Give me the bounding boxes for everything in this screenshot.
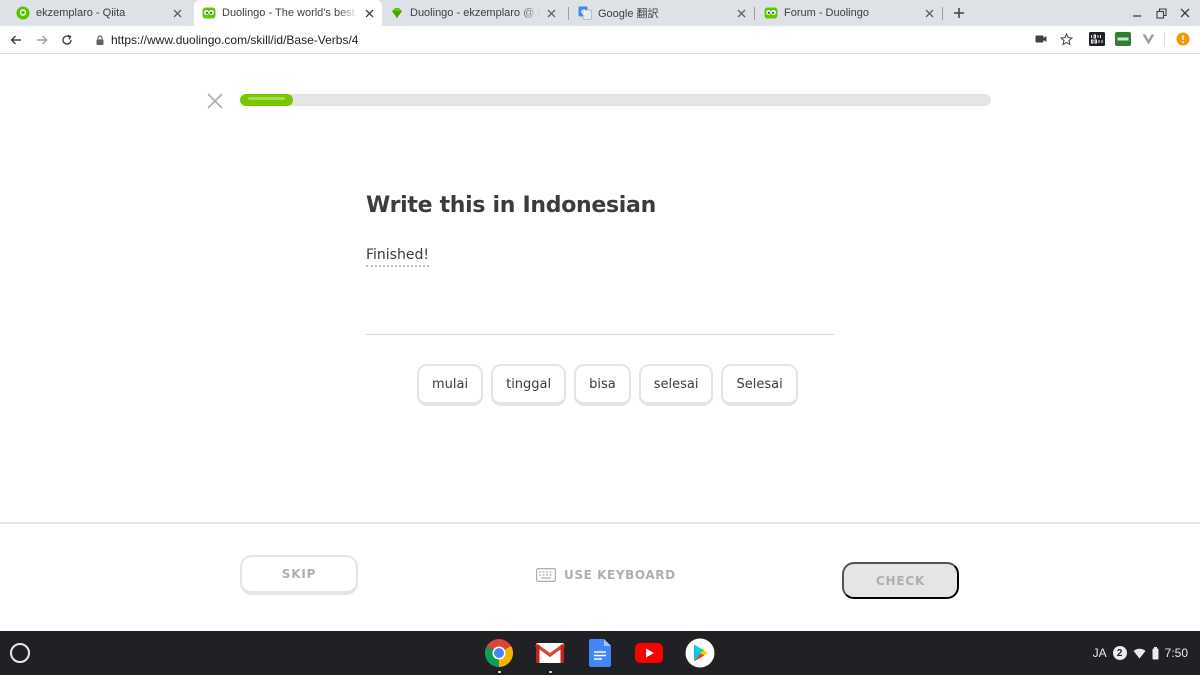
- browser-toolbar: https://www.duolingo.com/skill/id/Base-V…: [0, 26, 1200, 54]
- tab-duolingo-forum[interactable]: Forum - Duolingo: [756, 0, 942, 26]
- running-indicator: [498, 671, 501, 673]
- shelf-app-play-store[interactable]: [685, 638, 715, 668]
- tab-google-translate[interactable]: G Google 翻訳: [570, 0, 754, 26]
- google-docs-icon: [589, 639, 611, 667]
- minimize-icon: [1133, 15, 1141, 17]
- skip-button[interactable]: SKIP: [240, 555, 358, 595]
- close-icon: [1180, 8, 1190, 18]
- shelf-app-docs[interactable]: [585, 638, 615, 668]
- tab-title: ekzemplaro - Qiita: [36, 7, 126, 19]
- check-button[interactable]: CHECK: [842, 562, 959, 599]
- duolingo-owl-icon: [202, 7, 216, 19]
- keyboard-icon: [536, 568, 556, 582]
- new-tab-button[interactable]: [950, 4, 968, 22]
- tab-separator: [942, 7, 943, 20]
- arrow-right-icon: [37, 35, 48, 45]
- minimize-button[interactable]: [1130, 6, 1144, 20]
- reload-icon: [62, 34, 72, 45]
- use-keyboard-button[interactable]: USE KEYBOARD: [536, 566, 676, 584]
- shelf-app-gmail[interactable]: [535, 638, 565, 668]
- challenge-heading: Write this in Indonesian: [366, 193, 656, 218]
- status-tray[interactable]: JA 2 7:50: [1093, 643, 1188, 663]
- running-indicator: [549, 671, 552, 673]
- word-tile[interactable]: mulai: [417, 364, 484, 406]
- use-keyboard-label: USE KEYBOARD: [564, 568, 676, 582]
- launcher-button[interactable]: [10, 643, 30, 663]
- toolbar-separator: [1164, 32, 1165, 46]
- restore-icon: [1155, 7, 1167, 19]
- close-tab-icon[interactable]: [922, 6, 936, 20]
- tab-separator: [754, 7, 755, 20]
- address-bar[interactable]: https://www.duolingo.com/skill/id/Base-V…: [96, 32, 359, 48]
- lock-icon: [96, 35, 104, 45]
- shelf-app-chrome[interactable]: [484, 638, 514, 668]
- tab-title: Duolingo - The world's best way to learn: [222, 7, 358, 19]
- tab-qiita[interactable]: ekzemplaro - Qiita: [8, 0, 190, 26]
- tab-separator: [568, 7, 569, 20]
- update-alert-icon: [1176, 32, 1190, 46]
- forward-button[interactable]: [34, 32, 50, 48]
- duolingo-owl-icon: [764, 7, 778, 19]
- cast-button[interactable]: [1034, 32, 1048, 46]
- duome-gem-icon: [392, 8, 402, 18]
- progress-fill: [240, 94, 293, 106]
- tab-title: Google 翻訳: [598, 8, 659, 20]
- notification-count-badge: 2: [1112, 646, 1127, 660]
- back-button[interactable]: [8, 32, 24, 48]
- close-tab-icon[interactable]: [362, 6, 376, 20]
- gmail-icon: [535, 643, 565, 663]
- reload-button[interactable]: [59, 32, 75, 48]
- shelf-app-youtube[interactable]: [634, 638, 664, 668]
- tab-strip: ekzemplaro - Qiita Duolingo - The world'…: [0, 0, 1200, 26]
- clock: 7:50: [1164, 646, 1188, 660]
- close-lesson-icon[interactable]: [206, 92, 224, 110]
- wifi-icon: [1133, 648, 1146, 658]
- close-tab-icon[interactable]: [544, 6, 558, 20]
- vue-icon: [1142, 33, 1154, 44]
- answer-area[interactable]: [366, 334, 834, 335]
- youtube-icon: [635, 643, 663, 663]
- tab-title: Duolingo - ekzemplaro @ duome.eu: [410, 7, 540, 19]
- binary-extension-button[interactable]: [1089, 32, 1105, 46]
- binary-code-icon: [1089, 32, 1105, 46]
- bookmark-star-button[interactable]: [1059, 32, 1073, 46]
- close-tab-icon[interactable]: [734, 6, 748, 20]
- word-tile[interactable]: selesai: [638, 364, 714, 406]
- qiita-icon: [16, 6, 30, 20]
- video-camera-icon: [1035, 35, 1047, 43]
- tab-duolingo-lesson[interactable]: Duolingo - The world's best way to learn: [194, 0, 382, 26]
- ime-indicator: JA: [1092, 646, 1107, 660]
- tab-duome[interactable]: Duolingo - ekzemplaro @ duome.eu: [382, 0, 564, 26]
- chrome-icon: [485, 639, 513, 667]
- prompt-sentence[interactable]: Finished!: [366, 247, 429, 267]
- star-icon: [1059, 32, 1073, 46]
- word-tile[interactable]: Selesai: [721, 364, 798, 406]
- google-translate-icon: G: [578, 6, 592, 20]
- cors-extension-button[interactable]: [1115, 32, 1131, 46]
- plus-icon: [954, 8, 964, 18]
- battery-icon: [1152, 646, 1159, 659]
- update-menu-button[interactable]: [1176, 32, 1190, 46]
- os-shelf: JA 2 7:50: [0, 631, 1200, 675]
- arrow-left-icon: [10, 35, 21, 45]
- tab-title: Forum - Duolingo: [784, 7, 869, 19]
- play-store-icon: [685, 638, 715, 668]
- cors-icon: [1115, 32, 1131, 46]
- lesson-progress-bar: [240, 94, 991, 106]
- url-text: https://www.duolingo.com/skill/id/Base-V…: [111, 33, 359, 47]
- svg-text:G: G: [581, 9, 586, 16]
- footer-divider: [0, 522, 1200, 524]
- word-tile[interactable]: bisa: [574, 364, 631, 406]
- restore-button[interactable]: [1154, 6, 1168, 20]
- word-tile[interactable]: tinggal: [491, 364, 567, 406]
- close-window-button[interactable]: [1178, 6, 1192, 20]
- vue-devtools-button[interactable]: [1141, 32, 1155, 46]
- close-tab-icon[interactable]: [170, 6, 184, 20]
